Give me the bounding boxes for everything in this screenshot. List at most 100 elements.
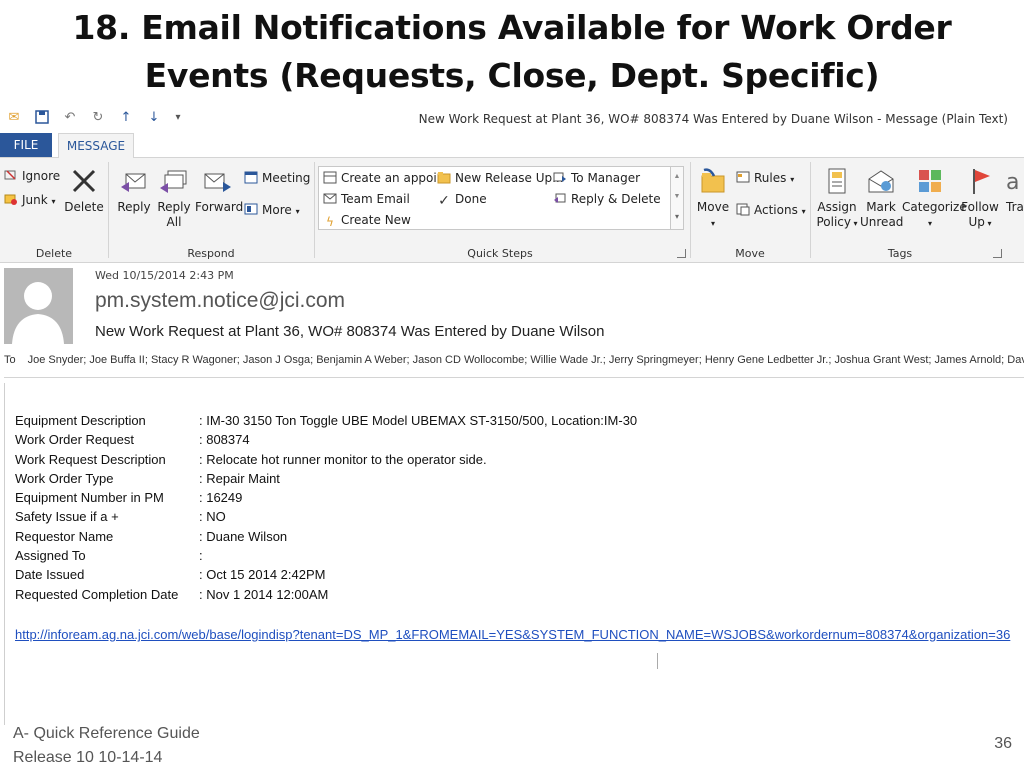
forward-mail-icon — [553, 172, 566, 182]
calendar-icon — [323, 171, 337, 184]
quick-step-label: Create an appoi... — [341, 171, 449, 185]
reading-pane: Wed 10/15/2014 2:43 PM pm.system.notice@… — [0, 263, 1024, 725]
message-subject: New Work Request at Plant 36, WO# 808374… — [95, 323, 605, 340]
reply-label: Reply — [117, 200, 151, 214]
meeting-label: Meeting — [262, 171, 311, 185]
actions-label: Actions — [754, 203, 798, 217]
envelope-icon[interactable]: ✉ — [6, 110, 22, 126]
more-respond-button[interactable]: More ▾ — [244, 202, 300, 220]
quick-step-team-email[interactable]: Team Email — [323, 191, 410, 207]
window-title: New Work Request at Plant 36, WO# 808374… — [418, 112, 1008, 126]
slide-title-line-2: Events (Requests, Close, Dept. Specific) — [144, 56, 880, 95]
redo-icon[interactable]: ↻ — [90, 110, 106, 126]
reply-delete-icon — [554, 193, 566, 203]
mark-unread-icon — [868, 170, 894, 193]
quick-step-label: Create New — [341, 213, 411, 227]
delete-x-icon — [72, 169, 96, 193]
message-sender[interactable]: pm.system.notice@jci.com — [95, 289, 345, 313]
quick-step-create-appointment[interactable]: Create an appoi... — [323, 170, 448, 186]
slide-title-line-1: 18. Email Notifications Available for Wo… — [72, 8, 952, 47]
categorize-icon — [919, 170, 941, 192]
quick-step-done[interactable]: ✓ Done — [437, 191, 486, 208]
delete-button[interactable]: Delete — [64, 166, 104, 215]
assign-policy-button[interactable]: Assign Policy ▾ — [814, 166, 860, 231]
categorize-button[interactable]: Categorize ▾ — [902, 166, 967, 231]
scroll-down-icon[interactable]: ▼ — [671, 187, 683, 207]
tab-message[interactable]: MESSAGE — [58, 133, 134, 158]
assign-label-2: Policy — [816, 215, 851, 229]
field-label: Requested Completion Date — [15, 586, 179, 602]
field-label: Work Order Request — [15, 432, 134, 448]
forward-button[interactable]: Forward — [195, 166, 243, 215]
rules-label: Rules — [754, 171, 787, 185]
lightning-icon: ϟ — [326, 215, 334, 229]
assign-policy-icon — [828, 168, 846, 194]
translate-button[interactable]: a Tra — [1006, 166, 1024, 215]
follow-up-button[interactable]: Follow Up ▾ — [958, 166, 1002, 231]
move-group-label: Move — [735, 247, 765, 260]
field-value: : NO — [199, 509, 226, 525]
quick-step-to-manager[interactable]: To Manager — [553, 170, 640, 186]
field-label: Assigned To — [15, 548, 86, 564]
field-label: Equipment Number in PM — [15, 490, 164, 506]
slide-footer: A- Quick Reference Guide Release 10 10-1… — [13, 722, 200, 770]
tab-file[interactable]: FILE — [0, 133, 52, 157]
actions-button[interactable]: Actions ▾ — [736, 202, 806, 220]
move-label: Move — [696, 200, 730, 214]
reply-button[interactable]: Reply — [114, 166, 154, 215]
quick-step-new-release[interactable]: New Release Up... — [437, 170, 564, 186]
scroll-up-icon[interactable]: ▲ — [671, 167, 683, 187]
flag-icon — [973, 169, 990, 194]
ignore-button[interactable]: Ignore — [4, 168, 60, 184]
assign-label-1: Assign — [817, 200, 857, 214]
reply-icon — [121, 173, 146, 192]
quick-step-label: To Manager — [571, 171, 641, 185]
translate-icon: a — [1006, 170, 1020, 195]
quick-steps-launcher-icon[interactable] — [677, 249, 686, 258]
down-arrow-icon[interactable]: ↓ — [146, 110, 162, 126]
field-label: Equipment Description — [15, 413, 146, 428]
field-value: : Oct 15 2014 2:42PM — [199, 567, 326, 583]
text-cursor — [657, 653, 658, 669]
quick-step-create-new[interactable]: ϟ Create New — [323, 212, 411, 229]
mark-unread-button[interactable]: Mark Unread — [860, 166, 903, 230]
save-icon[interactable] — [34, 110, 50, 126]
rules-button[interactable]: Rules ▾ — [736, 170, 794, 188]
field-value: : Duane Wilson — [199, 528, 288, 544]
page-number: 36 — [994, 735, 1012, 752]
customize-toolbar-icon[interactable]: ▾ — [170, 110, 186, 126]
translate-label: Tra — [1006, 200, 1024, 214]
quick-step-reply-delete[interactable]: Reply & Delete — [553, 191, 661, 207]
field-value: : Repair Maint — [199, 470, 280, 486]
quick-steps-group-label: Quick Steps — [467, 247, 533, 260]
body-left-border — [4, 383, 5, 725]
quick-steps-gallery: Create an appoi... Team Email ϟ Create Ne… — [318, 166, 684, 230]
quick-step-label: Reply & Delete — [571, 192, 661, 206]
meeting-button[interactable]: Meeting — [244, 170, 310, 186]
reply-all-button[interactable]: Reply All — [154, 166, 194, 230]
field-label: Work Request Description — [15, 451, 166, 467]
sender-avatar — [4, 268, 73, 344]
field-label: Safety Issue if a + — [15, 509, 119, 525]
tags-launcher-icon[interactable] — [993, 249, 1002, 258]
forward-icon — [204, 173, 231, 192]
quick-step-label: Team Email — [341, 192, 410, 206]
to-label: To — [4, 354, 16, 366]
field-value: : IM-30 3150 Ton Toggle UBE Model UBEMAX… — [199, 413, 638, 428]
recipient-list[interactable]: Joe Snyder; Joe Buffa II; Stacy R Wagone… — [28, 354, 1024, 366]
ribbon-tabs: FILE MESSAGE — [0, 133, 1024, 158]
expand-gallery-icon[interactable]: ▾ — [671, 207, 683, 227]
work-order-link[interactable]: http://infoream.ag.na.jci.com/web/base/l… — [15, 627, 1010, 642]
forward-label: Forward — [195, 200, 244, 214]
reply-all-label-2: All — [166, 215, 182, 229]
message-date: Wed 10/15/2014 2:43 PM — [95, 269, 234, 282]
undo-icon[interactable]: ↶ — [62, 110, 78, 126]
field-value: : 808374 — [199, 432, 250, 448]
junk-button[interactable]: Junk ▾ — [4, 192, 56, 210]
field-value: : Relocate hot runner monitor to the ope… — [199, 451, 487, 467]
up-arrow-icon[interactable]: ↑ — [118, 110, 134, 126]
separator — [108, 162, 109, 258]
move-button[interactable]: Move ▾ — [694, 166, 732, 231]
delete-group-label: Delete — [35, 247, 73, 260]
quick-steps-scrollbar[interactable]: ▲ ▼ ▾ — [670, 167, 683, 229]
